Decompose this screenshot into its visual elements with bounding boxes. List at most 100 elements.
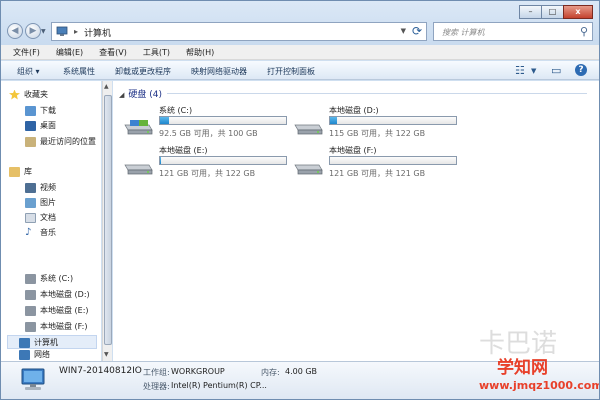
scroll-down-icon[interactable]: ▼ [104, 351, 109, 358]
explorer-window: – □ x ◀ ▶ ▼ ▸ 计算机 ▼ ⟳ 搜索 计算机 ⚲ 文件(F) 编辑(… [0, 0, 600, 400]
sidebar-item-drive-e[interactable]: 本地磁盘 (E:) [25, 305, 89, 316]
scroll-thumb[interactable] [104, 95, 112, 345]
drive-item[interactable]: 本地磁盘 (F:) 121 GB 可用，共 121 GB [293, 145, 468, 179]
memory-label: 内存: [261, 368, 280, 377]
sidebar-item-pictures[interactable]: 图片 [25, 197, 56, 208]
open-control-panel-button[interactable]: 打开控制面板 [267, 66, 315, 77]
hard-drive-icon [294, 124, 323, 135]
processor-label: 处理器: [143, 382, 170, 391]
star-icon [9, 89, 20, 100]
sidebar-item-drive-d[interactable]: 本地磁盘 (D:) [25, 289, 90, 300]
sidebar-item-recent[interactable]: 最近访问的位置 [25, 136, 96, 147]
sidebar-label: 视频 [40, 183, 56, 192]
breadcrumb-separator[interactable]: ▸ [74, 27, 78, 36]
sidebar-item-videos[interactable]: 视频 [25, 182, 56, 193]
address-bar[interactable]: ▸ 计算机 ▼ ⟳ [51, 22, 427, 41]
sidebar-label: 收藏夹 [24, 90, 48, 99]
search-icon[interactable]: ⚲ [580, 25, 588, 38]
computer-icon [21, 368, 45, 390]
workgroup-label: 工作组: [143, 368, 170, 377]
help-icon[interactable]: ? [575, 64, 587, 76]
drive-size: 121 GB 可用，共 122 GB [159, 169, 256, 178]
window-caption-buttons: – □ x [519, 5, 593, 19]
menu-bar: 文件(F) 编辑(E) 查看(V) 工具(T) 帮助(H) [1, 45, 599, 60]
drive-usage-bar [329, 116, 457, 125]
drive-item[interactable]: 本地磁盘 (E:) 121 GB 可用，共 122 GB [123, 145, 298, 179]
collapse-icon[interactable]: ◢ [119, 91, 124, 99]
video-icon [25, 182, 36, 193]
sidebar-item-documents[interactable]: 文档 [25, 212, 56, 223]
sidebar-item-drive-f[interactable]: 本地磁盘 (F:) [25, 321, 87, 332]
group-header-hard-disks[interactable]: ◢ 硬盘 (4) [119, 87, 162, 100]
picture-icon [25, 197, 36, 208]
minimize-button[interactable]: – [519, 5, 541, 19]
recent-pages-dropdown[interactable]: ▼ [41, 28, 46, 35]
menu-view[interactable]: 查看(V) [87, 45, 127, 59]
hard-drive-icon [124, 120, 153, 135]
search-placeholder[interactable]: 搜索 计算机 [442, 27, 485, 38]
drive-usage-fill [160, 157, 161, 164]
back-button[interactable]: ◀ [7, 23, 23, 39]
close-button[interactable]: x [563, 5, 593, 19]
drive-item[interactable]: 系统 (C:) 92.5 GB 可用，共 100 GB [123, 105, 298, 139]
maximize-button[interactable]: □ [541, 5, 563, 19]
sidebar-item-drive-c[interactable]: 系统 (C:) [25, 273, 73, 284]
sidebar-label: 最近访问的位置 [40, 137, 96, 146]
content-pane: ◢ 硬盘 (4) 系统 (C:) 92.5 GB 可用，共 100 GB 本地磁盘… [113, 81, 599, 361]
sidebar-label: 桌面 [40, 121, 56, 130]
memory-value: 4.00 GB [285, 367, 318, 376]
sidebar-overflow [1, 353, 101, 361]
drive-icon [25, 289, 36, 300]
system-properties-button[interactable]: 系统属性 [63, 66, 95, 77]
sidebar-computer[interactable]: 计算机 [19, 337, 58, 348]
view-options-icon[interactable]: ☷ [515, 64, 525, 77]
sidebar-item-desktop[interactable]: 桌面 [25, 120, 56, 131]
sidebar-label: 本地磁盘 (E:) [40, 306, 89, 315]
breadcrumb-location[interactable]: 计算机 [84, 26, 111, 39]
download-folder-icon [25, 105, 36, 116]
scroll-up-icon[interactable]: ▲ [104, 83, 109, 90]
address-dropdown-icon[interactable]: ▼ [401, 27, 406, 35]
map-network-drive-button[interactable]: 映射网络驱动器 [191, 66, 247, 77]
menu-edit[interactable]: 编辑(E) [44, 45, 83, 59]
view-dropdown-icon[interactable]: ▼ [531, 67, 536, 75]
drive-name: 本地磁盘 (F:) [329, 146, 377, 155]
processor-value: Intel(R) Pentium(R) CP... [171, 381, 267, 390]
sidebar-scrollbar[interactable]: ▲ ▼ [102, 81, 112, 361]
sidebar-label: 网络 [34, 350, 50, 359]
sidebar-label: 本地磁盘 (D:) [40, 290, 90, 299]
title-bar: – □ x ◀ ▶ ▼ ▸ 计算机 ▼ ⟳ 搜索 计算机 ⚲ [1, 1, 599, 45]
navigation-pane: 收藏夹 下载 桌面 最近访问的位置 库 视频 图片 文档 ♪ 音乐 计算机 [1, 81, 101, 361]
drive-usage-bar [159, 116, 287, 125]
music-icon: ♪ [25, 226, 32, 238]
sidebar-network[interactable]: 网络 [19, 349, 50, 360]
sidebar-label: 库 [24, 167, 32, 176]
network-icon [19, 349, 30, 360]
hard-drive-icon [294, 164, 323, 175]
workgroup-value: WORKGROUP [171, 367, 225, 376]
computer-name: WIN7-20140812IO [59, 366, 142, 376]
organize-button[interactable]: 组织 ▾ [17, 66, 40, 77]
menu-tools[interactable]: 工具(T) [131, 45, 170, 59]
drive-icon [25, 305, 36, 316]
uninstall-program-button[interactable]: 卸载或更改程序 [115, 66, 171, 77]
forward-button[interactable]: ▶ [25, 23, 41, 39]
sidebar-item-downloads[interactable]: 下载 [25, 105, 56, 116]
group-divider [167, 93, 587, 94]
hard-drive-icon [124, 164, 153, 175]
command-bar: 组织 ▾ 系统属性 卸载或更改程序 映射网络驱动器 打开控制面板 ☷ ▼ ▭ ? [1, 61, 599, 80]
watermark-logo: 学知网 [497, 358, 548, 378]
search-box[interactable]: 搜索 计算机 ⚲ [433, 22, 593, 41]
drive-usage-bar [159, 156, 287, 165]
refresh-icon[interactable]: ⟳ [412, 24, 422, 38]
sidebar-libraries[interactable]: 库 [9, 166, 32, 177]
drive-item[interactable]: 本地磁盘 (D:) 115 GB 可用，共 122 GB [293, 105, 468, 139]
sidebar-label: 下载 [40, 106, 56, 115]
menu-help[interactable]: 帮助(H) [174, 45, 214, 59]
preview-pane-icon[interactable]: ▭ [551, 64, 561, 77]
drive-usage-fill [160, 117, 170, 124]
sidebar-item-music[interactable]: ♪ 音乐 [25, 227, 56, 238]
watermark-url: www.jmqz1000.com [479, 379, 600, 392]
menu-file[interactable]: 文件(F) [1, 45, 40, 59]
sidebar-favorites[interactable]: 收藏夹 [9, 89, 48, 100]
